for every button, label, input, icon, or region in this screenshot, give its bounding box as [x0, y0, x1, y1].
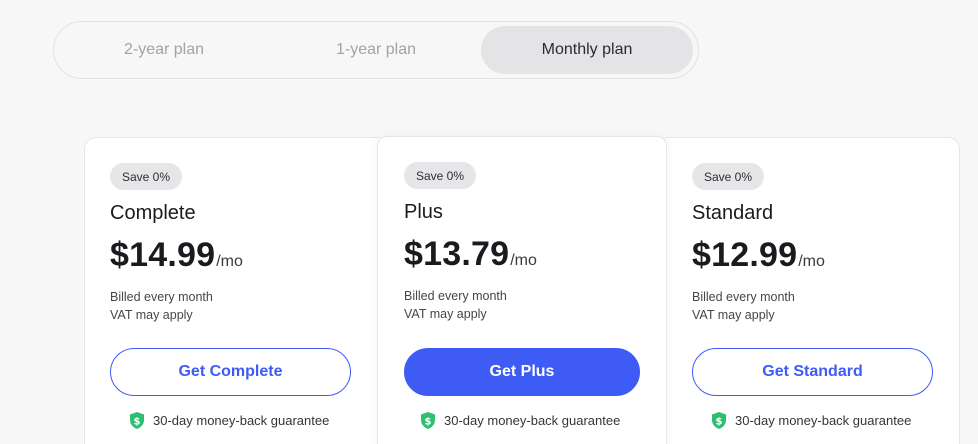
- plan-card-standard: Save 0% Standard $12.99 /mo Billed every…: [666, 137, 960, 444]
- get-standard-button[interactable]: Get Standard: [692, 348, 933, 396]
- billing-frequency: Billed every month: [692, 290, 795, 304]
- tab-2-year-plan[interactable]: 2-year plan: [60, 26, 268, 74]
- get-complete-button[interactable]: Get Complete: [110, 348, 351, 396]
- guarantee-text: 30-day money-back guarantee: [444, 413, 621, 428]
- shield-check-icon: $: [130, 412, 144, 429]
- price-amount: $13.79: [404, 235, 510, 273]
- plan-name: Plus: [404, 201, 443, 223]
- plan-card-complete: Save 0% Complete $14.99 /mo Billed every…: [84, 137, 380, 444]
- money-back-guarantee: $ 30-day money-back guarantee: [421, 412, 620, 429]
- plan-name: Complete: [110, 202, 196, 224]
- shield-check-icon: $: [421, 412, 435, 429]
- billing-frequency: Billed every month: [404, 289, 507, 303]
- price-amount: $14.99: [110, 236, 216, 274]
- money-back-guarantee: $ 30-day money-back guarantee: [712, 412, 911, 429]
- billing-period-switcher: 2-year plan 1-year plan Monthly plan: [53, 21, 699, 79]
- price-period: /mo: [798, 253, 825, 270]
- vat-note: VAT may apply: [110, 308, 193, 322]
- vat-note: VAT may apply: [692, 308, 775, 322]
- save-badge: Save 0%: [110, 163, 183, 190]
- save-badge: Save 0%: [692, 163, 765, 190]
- plan-card-plus: Save 0% Plus $13.79 /mo Billed every mon…: [377, 136, 667, 444]
- plan-name: Standard: [692, 202, 774, 224]
- svg-text:$: $: [716, 417, 723, 428]
- plan-price: $12.99 /mo: [692, 236, 825, 275]
- price-period: /mo: [216, 253, 243, 270]
- tab-monthly-plan[interactable]: Monthly plan: [481, 26, 693, 74]
- guarantee-text: 30-day money-back guarantee: [735, 413, 912, 428]
- get-plus-button[interactable]: Get Plus: [404, 348, 640, 396]
- vat-note: VAT may apply: [404, 307, 487, 321]
- guarantee-text: 30-day money-back guarantee: [153, 413, 330, 428]
- price-period: /mo: [510, 252, 537, 269]
- svg-text:$: $: [425, 417, 432, 428]
- save-badge: Save 0%: [404, 162, 477, 189]
- billing-frequency: Billed every month: [110, 290, 213, 304]
- plan-price: $14.99 /mo: [110, 236, 243, 275]
- shield-check-icon: $: [712, 412, 726, 429]
- billing-note: Billed every month VAT may apply: [404, 287, 507, 323]
- billing-note: Billed every month VAT may apply: [692, 288, 795, 324]
- svg-text:$: $: [134, 417, 141, 428]
- money-back-guarantee: $ 30-day money-back guarantee: [130, 412, 329, 429]
- plan-price: $13.79 /mo: [404, 235, 537, 274]
- tab-1-year-plan[interactable]: 1-year plan: [272, 26, 480, 74]
- billing-note: Billed every month VAT may apply: [110, 288, 213, 324]
- price-amount: $12.99: [692, 236, 798, 274]
